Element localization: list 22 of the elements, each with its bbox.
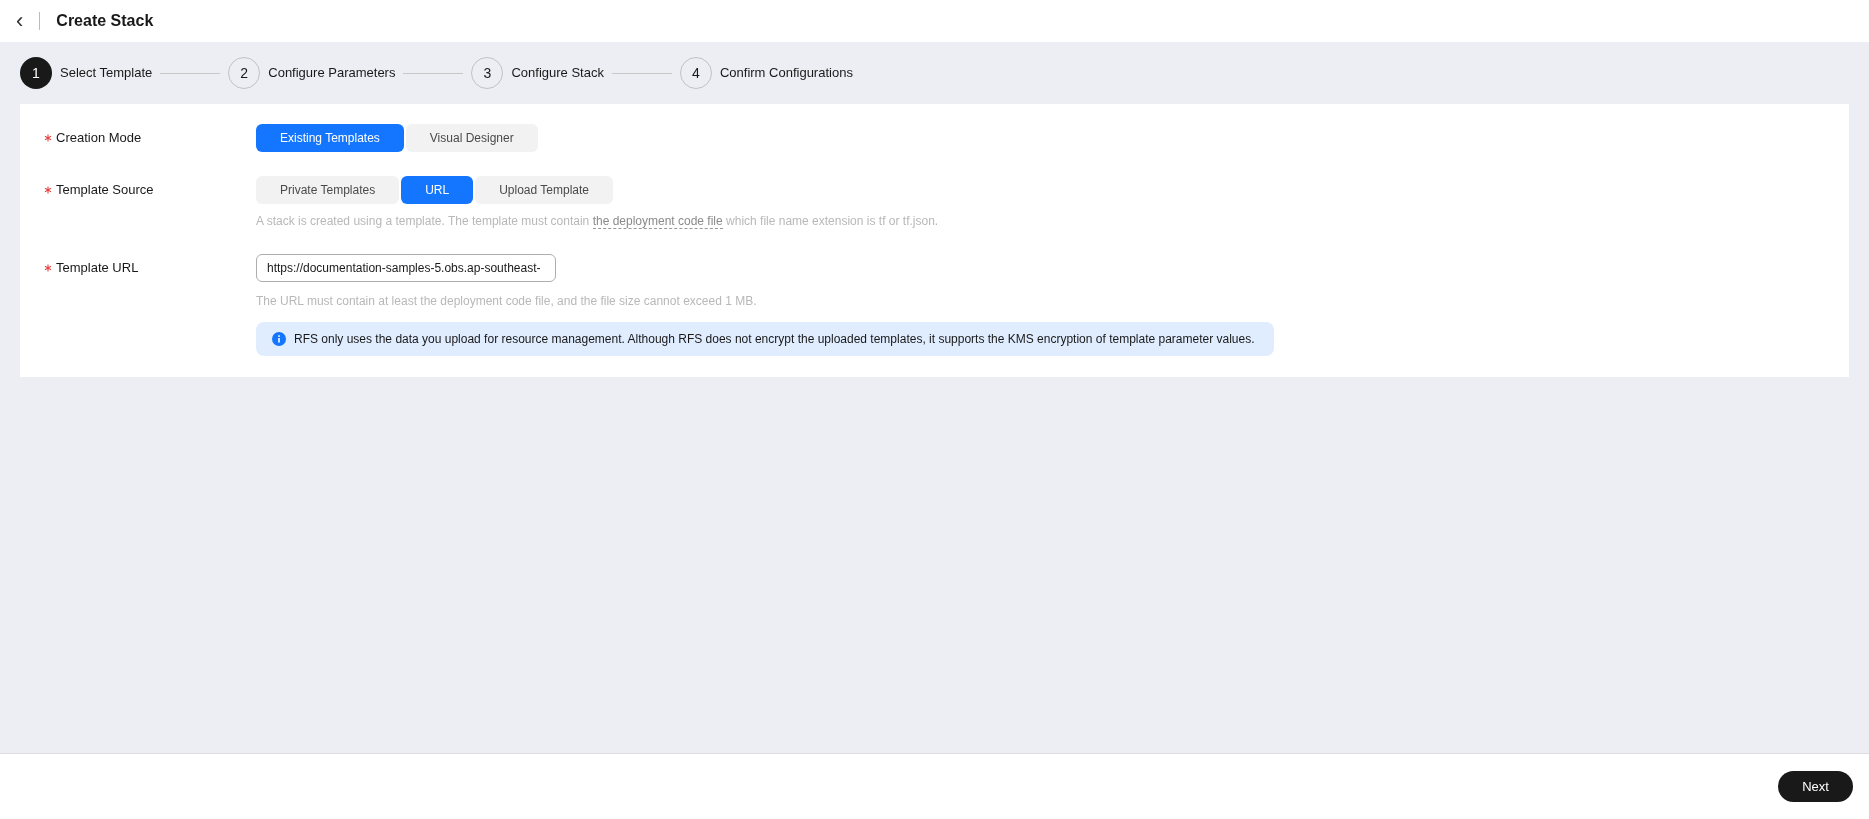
url-input-field[interactable]: https://documentation-samples-5.obs.ap-southeast- [256, 254, 556, 282]
field-label: Template Source [56, 181, 154, 200]
segment-option[interactable]: Upload Template [475, 176, 613, 204]
page-title: Create Stack [56, 11, 154, 31]
step-number: 1 [20, 57, 52, 89]
next-button[interactable]: Next [1778, 771, 1853, 802]
segment-option[interactable]: URL [401, 176, 474, 204]
hint-link[interactable]: the deployment code file [592, 214, 723, 229]
segment-option[interactable]: Private Templates [256, 176, 400, 204]
hint-text: The URL must contain at least the deployment code file, and the file size cannot exceed 1 MB. [256, 293, 758, 310]
step-label: Configure Stack [511, 64, 604, 83]
segment-option[interactable]: Existing Templates [256, 124, 404, 152]
step-label: Confirm Configurations [719, 64, 853, 83]
info-icon [272, 332, 286, 346]
field-label: Creation Mode [56, 129, 142, 148]
step-label: Configure Parameters [268, 64, 396, 83]
segment-option[interactable]: Visual Designer [405, 124, 538, 152]
info-text: RFS only uses the data you upload for resource management. Although RFS does not encrypt the uploaded templates, it supports the KMS encryption of template parameter values. [294, 331, 1255, 348]
hint-text: A stack is created using a template. The template must contain the deployment code file which file name extension is tf or tf.json. [256, 213, 939, 230]
step-label: Select Template [60, 64, 153, 83]
field-label: Template URL [56, 259, 139, 278]
back-button[interactable]: ‹ [16, 10, 24, 32]
